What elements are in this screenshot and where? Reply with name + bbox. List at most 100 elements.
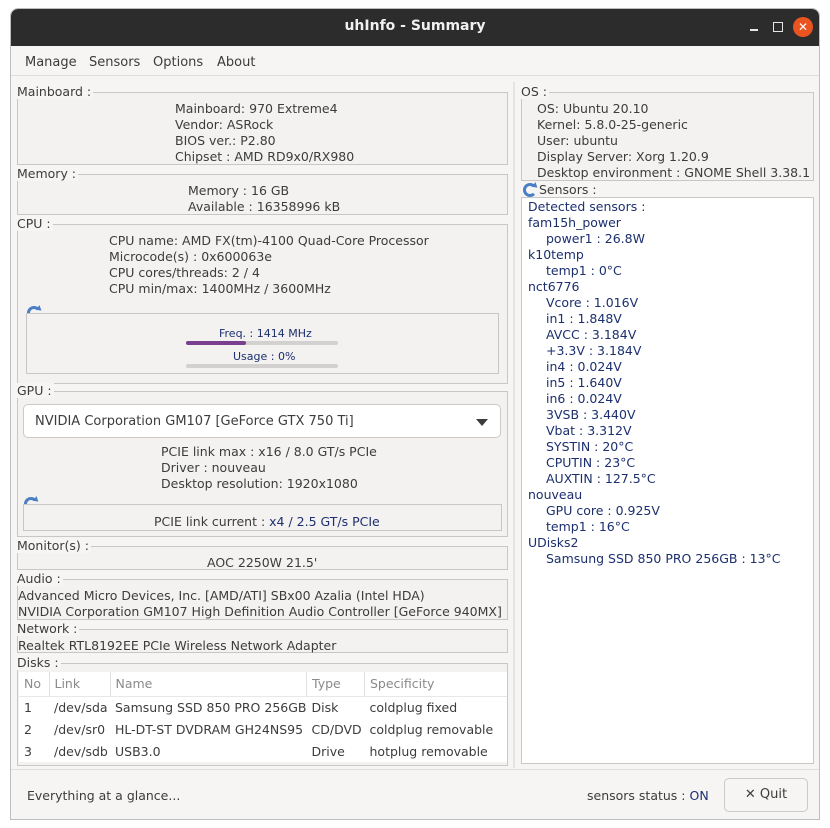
sensor-item: 3VSB : 3.440V: [546, 407, 636, 422]
mainboard-vendor: Vendor: ASRock: [175, 117, 274, 132]
mainboard-chipset: Chipset : AMD RD9x0/RX980: [175, 149, 355, 164]
app-window: uhInfo - Summary ✕ Manage Sensors Option…: [10, 8, 820, 820]
gpu-link-current: PCIE link current : x4 / 2.5 GT/s PCIe: [154, 514, 380, 529]
menu-manage[interactable]: Manage: [25, 55, 77, 70]
cpu-usage-bar: [186, 364, 338, 368]
table-header-row: No Link Name Type Specificity: [19, 672, 507, 697]
sensors-title: Sensors :: [539, 182, 599, 197]
quit-label: Quit: [759, 787, 788, 802]
cell-specificity: coldplug fixed: [369, 699, 458, 715]
quit-button[interactable]: ✕ Quit: [724, 778, 808, 812]
cell-specificity: hotplug removable: [369, 743, 488, 759]
sensor-item: in1 : 1.848V: [546, 311, 622, 326]
mainboard-title: Mainboard :: [17, 84, 94, 99]
disks-table: No Link Name Type Specificity 1 /dev/sda…: [19, 672, 507, 762]
cell-name: HL-DT-ST DVDRAM GH24NS95: [115, 721, 304, 737]
sensor-item: CPUTIN : 23°C: [546, 455, 636, 470]
gpu-select-value: NVIDIA Corporation GM107 [GeForce GTX 75…: [35, 414, 354, 429]
title-bar[interactable]: uhInfo - Summary ✕: [11, 9, 819, 46]
cell-type: Drive: [311, 743, 345, 759]
status-bar: Everything at a glance... sensors status…: [11, 769, 819, 819]
sensor-item: AUXTIN : 127.5°C: [546, 471, 656, 486]
cell-no: 2: [24, 721, 32, 737]
col-specificity[interactable]: Specificity: [364, 672, 507, 697]
sensor-item: temp1 : 0°C: [546, 263, 622, 278]
table-row[interactable]: 3 /dev/sdb USB3.0 Drive hotplug removabl…: [19, 740, 507, 762]
cell-no: 1: [24, 699, 32, 715]
audio-device-1: Advanced Micro Devices, Inc. [AMD/ATI] S…: [18, 588, 425, 603]
status-message: Everything at a glance...: [27, 788, 181, 803]
gpu-driver: Driver : nouveau: [161, 460, 266, 475]
sensors-status: sensors status : ON: [587, 788, 709, 803]
menu-about[interactable]: About: [217, 55, 255, 70]
cpu-microcode: Microcode(s) : 0x600063e: [109, 249, 272, 264]
window-title: uhInfo - Summary: [344, 18, 486, 34]
cpu-freq-label: Freq. : 1414 MHz: [219, 327, 312, 340]
col-no[interactable]: No: [19, 672, 50, 697]
sensor-group-name: UDisks2: [528, 535, 579, 550]
memory-title: Memory :: [17, 166, 79, 181]
table-row[interactable]: 2 /dev/sr0 HL-DT-ST DVDRAM GH24NS95 CD/D…: [19, 718, 507, 740]
audio-device-2: NVIDIA Corporation GM107 High Definition…: [18, 604, 502, 619]
sensor-item: Samsung SSD 850 PRO 256GB : 13°C: [546, 551, 781, 566]
os-user: User: ubuntu: [537, 133, 618, 148]
menu-bar: Manage Sensors Options About: [11, 46, 819, 76]
close-window-button[interactable]: ✕: [793, 17, 813, 37]
cell-link: /dev/sda: [54, 699, 108, 715]
sensor-group-name: k10temp: [528, 247, 584, 262]
sensor-item: in5 : 1.640V: [546, 375, 622, 390]
network-title: Network :: [17, 621, 80, 636]
menu-options[interactable]: Options: [153, 55, 203, 70]
sensor-item: in6 : 0.024V: [546, 391, 622, 406]
minimize-icon: [750, 29, 758, 31]
mainboard-bios: BIOS ver.: P2.80: [175, 133, 276, 148]
sensor-group-name: nct6776: [528, 279, 580, 294]
col-link[interactable]: Link: [49, 672, 111, 697]
sensor-item: in4 : 0.024V: [546, 359, 622, 374]
monitor-title: Monitor(s) :: [17, 538, 91, 553]
monitor-value: AOC 2250W 21.5': [207, 555, 318, 570]
cpu-title: CPU :: [17, 216, 53, 231]
audio-title: Audio :: [17, 571, 63, 586]
os-title: OS :: [521, 84, 549, 99]
os-name: OS: Ubuntu 20.10: [537, 101, 649, 116]
cell-link: /dev/sr0: [54, 721, 106, 737]
mainboard-name: Mainboard: 970 Extreme4: [175, 101, 338, 116]
col-type[interactable]: Type: [306, 672, 365, 697]
sensors-header: Detected sensors :: [528, 199, 646, 214]
cell-name: USB3.0: [115, 743, 161, 759]
cell-specificity: coldplug removable: [369, 721, 494, 737]
close-icon: ✕: [744, 787, 756, 802]
sensor-item: Vbat : 3.312V: [546, 423, 632, 438]
menu-sensors[interactable]: Sensors: [89, 55, 140, 70]
sensor-group-name: nouveau: [528, 487, 583, 502]
sensor-item: power1 : 26.8W: [546, 231, 645, 246]
gpu-pcie-max: PCIE link max : x16 / 8.0 GT/s PCIe: [161, 444, 377, 459]
sensor-item: SYSTIN : 20°C: [546, 439, 634, 454]
os-kernel: Kernel: 5.8.0-25-generic: [537, 117, 688, 132]
chevron-down-icon: [476, 419, 488, 426]
cpu-cores: CPU cores/threads: 2 / 4: [109, 265, 260, 280]
network-value: Realtek RTL8192EE PCIe Wireless Network …: [18, 638, 337, 653]
cpu-minmax: CPU min/max: 1400MHz / 3600MHz: [109, 281, 331, 296]
cpu-name: CPU name: AMD FX(tm)-4100 Quad-Core Proc…: [109, 233, 429, 248]
gpu-select[interactable]: NVIDIA Corporation GM107 [GeForce GTX 75…: [23, 404, 501, 438]
memory-total: Memory : 16 GB: [188, 183, 290, 198]
gpu-link-label: PCIE link current :: [154, 514, 270, 529]
sensor-item: temp1 : 16°C: [546, 519, 630, 534]
table-row[interactable]: 1 /dev/sda Samsung SSD 850 PRO 256GB Dis…: [19, 696, 507, 718]
cell-type: CD/DVD: [311, 721, 362, 737]
cpu-usage-label: Usage : 0%: [233, 350, 296, 363]
close-icon: ✕: [797, 20, 809, 34]
col-name[interactable]: Name: [110, 672, 307, 697]
maximize-button[interactable]: [768, 17, 788, 37]
disks-title: Disks :: [17, 655, 61, 670]
cpu-freq-bar: [186, 341, 338, 345]
memory-available: Available : 16358996 kB: [188, 199, 341, 214]
sensors-status-label: sensors status :: [587, 788, 690, 803]
gpu-resolution: Desktop resolution: 1920x1080: [161, 476, 358, 491]
maximize-icon: [773, 22, 783, 32]
pane-separator[interactable]: [513, 82, 515, 768]
minimize-button[interactable]: [744, 17, 764, 37]
sensors-refresh-icon[interactable]: [523, 183, 537, 197]
